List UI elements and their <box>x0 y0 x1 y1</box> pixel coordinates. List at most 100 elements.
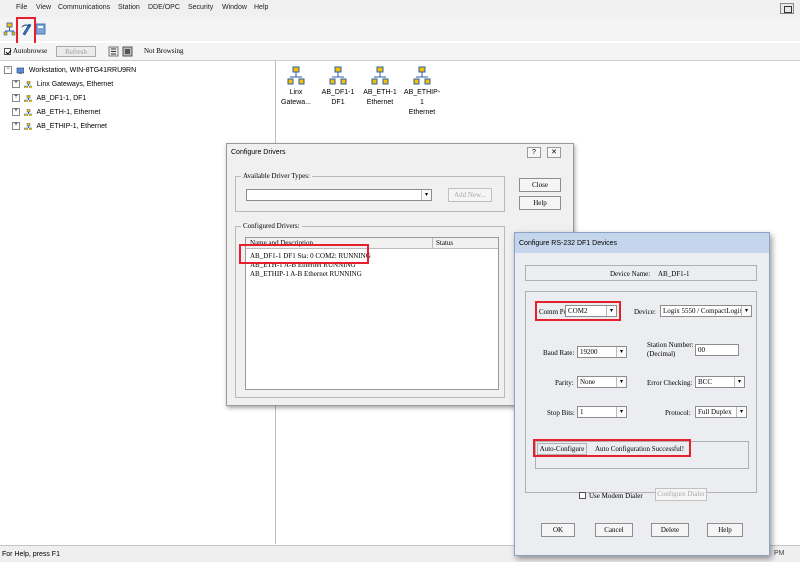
expand-icon[interactable]: + <box>12 108 20 116</box>
restore-window-button[interactable] <box>780 3 794 14</box>
rs232-df1-dialog: Configure RS-232 DF1 Devices Device Name… <box>514 232 770 556</box>
error-checking-value: BCC <box>698 378 713 386</box>
menu-help[interactable]: Help <box>254 4 268 11</box>
chevron-down-icon: ▾ <box>616 407 626 417</box>
device-label: Ethernet <box>366 99 394 106</box>
protocol-label: Protocol: <box>665 409 691 417</box>
toolbar <box>0 17 800 41</box>
station-number-sublabel: (Decimal) <box>647 350 676 358</box>
device-label: Linx <box>289 89 303 96</box>
workstation-icon <box>16 67 24 74</box>
stop-bits-value: 1 <box>580 408 584 416</box>
chevron-down-icon: ▾ <box>421 190 431 200</box>
browse-toolbar: Autobrowse Refresh Not Browsing <box>0 43 800 61</box>
station-number-label: Station Number: <box>647 341 694 349</box>
tree-item-label: Linx Gateways, Ethernet <box>36 80 114 88</box>
device-select[interactable]: Logix 5550 / CompactLogix ▾ <box>660 305 752 317</box>
network-icon <box>413 66 431 85</box>
driver-row[interactable]: AB_ETHIP-1 A-B Ethernet RUNNING <box>250 270 362 278</box>
tree-item-label: AB_DF1-1, DF1 <box>36 94 87 102</box>
tree-view-icon[interactable] <box>108 46 119 57</box>
device-ab-df1[interactable]: AB_DF1-1 DF1 <box>318 66 358 108</box>
refresh-button[interactable]: Refresh <box>56 46 96 57</box>
protocol-select[interactable]: Full Duplex ▾ <box>695 406 747 418</box>
expand-icon[interactable]: + <box>12 80 20 88</box>
help-button[interactable]: Help <box>707 523 743 537</box>
configure-dialer-button[interactable]: Configure Dialer <box>655 488 707 501</box>
parity-select[interactable]: None ▾ <box>577 376 627 388</box>
device-label: Ethernet <box>408 109 436 116</box>
autobrowse-label: Autobrowse <box>13 47 48 55</box>
menu-view[interactable]: View <box>36 4 51 11</box>
configured-drivers-label: Configured Drivers: <box>241 222 302 230</box>
help-button[interactable]: Help <box>519 196 561 210</box>
column-status-header[interactable]: Status <box>436 239 453 247</box>
network-icon <box>371 66 389 85</box>
cancel-button[interactable]: Cancel <box>595 523 633 537</box>
tree-item-label: AB_ETH-1, Ethernet <box>36 108 101 116</box>
station-number-input[interactable]: 00 <box>695 344 739 356</box>
dialog-title: Configure Drivers <box>231 149 286 156</box>
autobrowse-checkbox[interactable] <box>4 48 12 55</box>
collapse-icon[interactable]: − <box>4 66 12 74</box>
baud-rate-value: 19200 <box>580 348 598 356</box>
driver-type-select[interactable]: ▾ <box>246 189 432 201</box>
add-new-button[interactable]: Add New... <box>448 188 492 202</box>
baud-rate-select[interactable]: 19200 ▾ <box>577 346 627 358</box>
dialog-title: Configure RS-232 DF1 Devices <box>519 240 618 247</box>
device-name-panel: Device Name: AB_DF1-1 <box>525 265 757 281</box>
baud-rate-label: Baud Rate: <box>543 349 575 357</box>
comm-port-highlight <box>535 301 621 321</box>
rswho-icon[interactable] <box>3 22 16 36</box>
menu-station[interactable]: Station <box>118 4 140 11</box>
tree-item-linx-gateways[interactable]: + Linx Gateways, Ethernet <box>12 80 113 90</box>
use-modem-dialer-label: Use Modem Dialer <box>589 492 643 500</box>
menu-security[interactable]: Security <box>188 4 213 11</box>
device-label: DF1 <box>331 99 345 106</box>
menu-dde-opc[interactable]: DDE/OPC <box>148 4 180 11</box>
close-title-button[interactable]: ✕ <box>547 147 561 158</box>
menu-window[interactable]: Window <box>222 4 247 11</box>
available-driver-group: Available Driver Types: ▾ Add New... <box>235 172 505 212</box>
network-icon <box>24 108 32 116</box>
parity-label: Parity: <box>555 379 574 387</box>
device-ab-ethip[interactable]: AB_ETHIP-1 Ethernet <box>402 66 442 118</box>
tree-root[interactable]: − Workstation, WIN-8TG41RRU9RN <box>4 66 136 76</box>
close-button[interactable]: Close <box>519 178 561 192</box>
chevron-down-icon: ▾ <box>616 377 626 387</box>
browse-status: Not Browsing <box>144 47 184 55</box>
menu-file[interactable]: File <box>16 4 27 11</box>
device-name-value: AB_DF1-1 <box>658 270 690 278</box>
menu-communications[interactable]: Communications <box>58 4 110 11</box>
chevron-down-icon: ▾ <box>741 306 751 316</box>
device-label: Gatewa... <box>281 99 311 106</box>
auto-configure-highlight <box>533 439 691 457</box>
device-ab-eth[interactable]: AB_ETH-1 Ethernet <box>360 66 400 108</box>
chevron-down-icon: ▾ <box>736 407 746 417</box>
tree-item-ab-df1[interactable]: + AB_DF1-1, DF1 <box>12 94 86 104</box>
protocol-value: Full Duplex <box>698 408 732 416</box>
stop-bits-select[interactable]: 1 ▾ <box>577 406 627 418</box>
use-modem-dialer-checkbox[interactable] <box>579 492 586 499</box>
device-label: AB_ETH-1 <box>363 89 397 96</box>
device-label: AB_ETHIP-1 <box>403 89 441 106</box>
expand-icon[interactable]: + <box>12 122 20 130</box>
tree-item-ab-ethip[interactable]: + AB_ETHIP-1, Ethernet <box>12 122 107 132</box>
driver-highlight <box>239 244 369 264</box>
device-value: Logix 5550 / CompactLogix <box>663 307 743 315</box>
list-view-icon[interactable] <box>122 46 133 57</box>
delete-button[interactable]: Delete <box>651 523 689 537</box>
tree-item-ab-eth[interactable]: + AB_ETH-1, Ethernet <box>12 108 100 118</box>
stop-bits-label: Stop Bits: <box>547 409 575 417</box>
tree-root-label: Workstation, WIN-8TG41RRU9RN <box>28 66 137 74</box>
error-checking-select[interactable]: BCC ▾ <box>695 376 745 388</box>
help-title-button[interactable]: ? <box>527 147 541 158</box>
error-checking-label: Error Checking: <box>647 379 693 387</box>
network-icon <box>24 80 32 88</box>
network-icon <box>329 66 347 85</box>
expand-icon[interactable]: + <box>12 94 20 102</box>
dialog-titlebar: Configure RS-232 DF1 Devices <box>515 233 769 253</box>
device-linx-gateways[interactable]: Linx Gatewa... <box>276 66 316 108</box>
status-text: For Help, press F1 <box>2 551 60 558</box>
ok-button[interactable]: OK <box>541 523 575 537</box>
